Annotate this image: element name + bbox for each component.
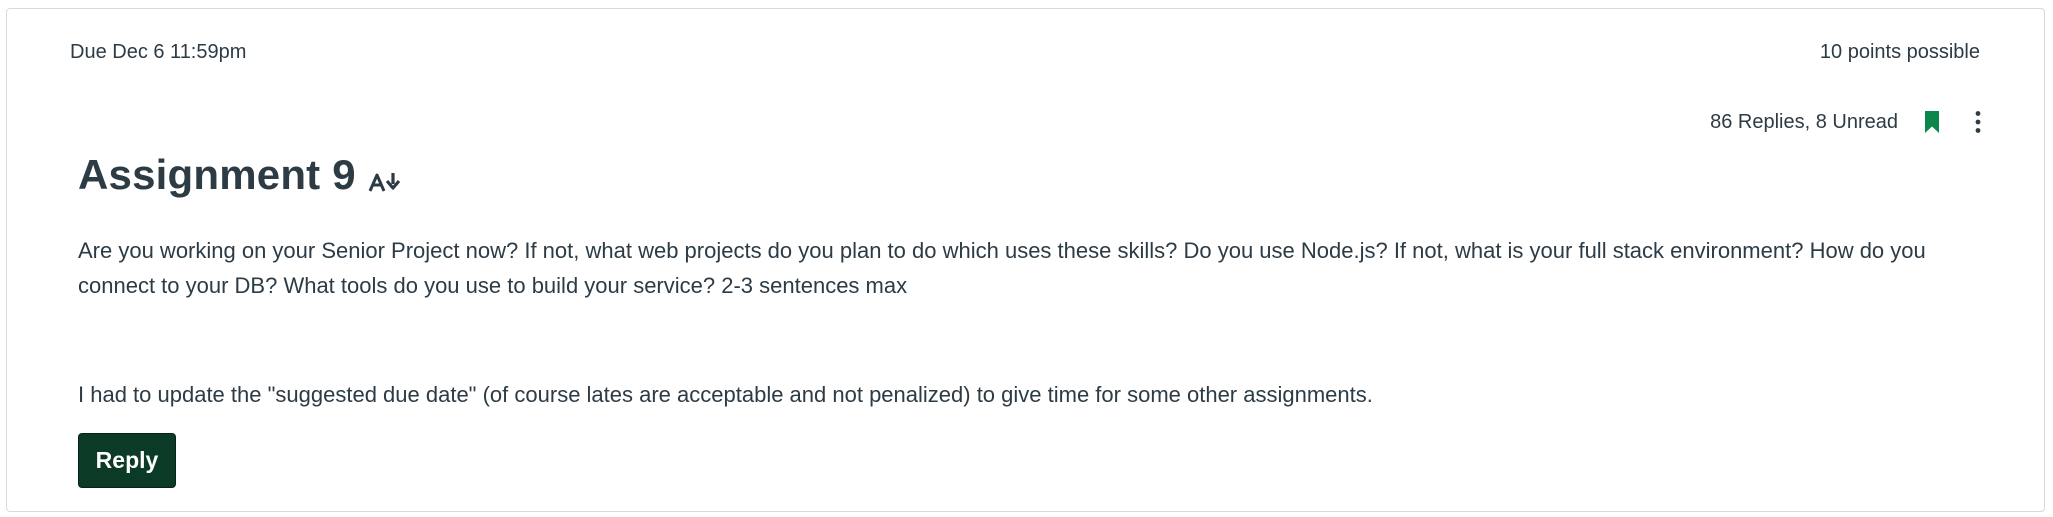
body-paragraph: Are you working on your Senior Project n… — [78, 238, 1926, 298]
due-date: Due Dec 6 11:59pm — [70, 41, 247, 63]
translate-icon[interactable] — [368, 171, 402, 193]
reply-button[interactable]: Reply — [78, 433, 176, 488]
body-paragraph: I had to update the "suggested due date"… — [78, 382, 1373, 407]
discussion-meta: 86 Replies, 8 Unread — [1710, 109, 1988, 135]
discussion-topic-card: Due Dec 6 11:59pm 10 points possible 86 … — [6, 8, 2045, 512]
points-possible: 10 points possible — [1819, 41, 1980, 63]
bookmark-icon[interactable] — [1924, 110, 1940, 134]
page-title: Assignment 9 — [78, 151, 356, 198]
replies-count: 86 Replies, 8 Unread — [1710, 110, 1898, 133]
more-options-icon[interactable] — [1968, 109, 1988, 135]
title-row: Assignment 9 — [78, 151, 402, 199]
